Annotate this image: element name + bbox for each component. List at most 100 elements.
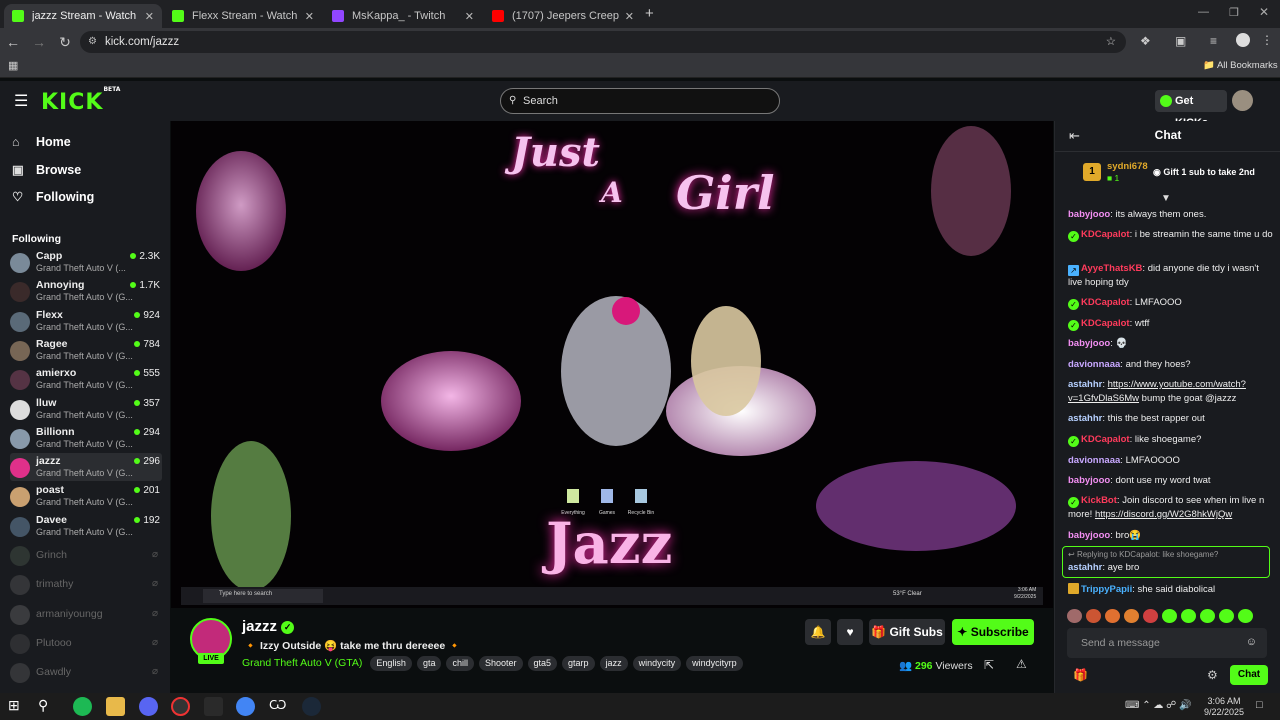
- stream-tag[interactable]: gta5: [527, 656, 558, 671]
- os-clock[interactable]: 3:06 AM 9/22/2025: [1204, 696, 1244, 718]
- new-tab-button[interactable]: +: [645, 5, 654, 22]
- emote-icon[interactable]: [1162, 609, 1177, 623]
- app-icon[interactable]: [171, 697, 190, 716]
- chat-link[interactable]: https://discord.gg/W2G8hkWjQw: [1095, 509, 1232, 520]
- notifications-icon[interactable]: □: [1256, 699, 1263, 711]
- chat-username[interactable]: davionnaaa: [1068, 455, 1120, 466]
- sidebar-channel-flexx[interactable]: Flexx Grand Theft Auto V (G... 924: [10, 307, 162, 335]
- taskbar-search-icon[interactable]: ⚲: [38, 697, 57, 716]
- chat-username[interactable]: KDCapalot: [1081, 318, 1130, 329]
- nav-browse[interactable]: ▣ Browse: [12, 162, 81, 177]
- sidebar-channel-gawdly[interactable]: Gawdly ⌀: [10, 658, 162, 686]
- emote-icon[interactable]: [1105, 609, 1120, 623]
- emote-icon[interactable]: [1143, 609, 1158, 623]
- back-icon[interactable]: ←: [0, 34, 26, 50]
- app-g-icon[interactable]: Ѡ: [269, 697, 288, 716]
- stream-tag[interactable]: windycityrp: [686, 656, 743, 671]
- emote-icon[interactable]: [1219, 609, 1234, 623]
- chat-username[interactable]: KDCapalot: [1081, 434, 1130, 445]
- category-link[interactable]: Grand Theft Auto V (GTA): [242, 657, 362, 669]
- profile-icon[interactable]: [1236, 33, 1250, 47]
- sidebar-channel-davee[interactable]: Davee Grand Theft Auto V (G... 192: [10, 512, 162, 540]
- sidebar-channel-capp[interactable]: Capp Grand Theft Auto V (... 2.3K: [10, 248, 162, 276]
- chat-username[interactable]: KickBot: [1081, 495, 1117, 506]
- browser-tab[interactable]: (1707) Jeepers Creepers (2001) ✕: [484, 4, 642, 28]
- stream-tag[interactable]: jazz: [599, 656, 628, 671]
- emote-icon[interactable]: [1181, 609, 1196, 623]
- forward-icon[interactable]: →: [26, 34, 52, 50]
- browser-tab[interactable]: MsKappa_ - Twitch ✕: [324, 4, 482, 28]
- video-player[interactable]: Everything Games Recycle Bin Just A Girl…: [171, 121, 1053, 608]
- all-bookmarks-button[interactable]: 📁 All Bookmarks: [1203, 60, 1278, 71]
- apps-grid-icon[interactable]: ▦: [8, 59, 18, 72]
- chat-username[interactable]: davionnaaa: [1068, 359, 1120, 370]
- get-kicks-button[interactable]: Get KICKs: [1155, 90, 1227, 129]
- emote-icon[interactable]: [1124, 609, 1139, 623]
- stream-tag[interactable]: English: [370, 656, 412, 671]
- expand-pinned-icon[interactable]: ▼: [1161, 193, 1171, 204]
- discord-icon[interactable]: [139, 697, 158, 716]
- emote-icon[interactable]: [1200, 609, 1215, 623]
- chat-username[interactable]: astahhr: [1068, 413, 1102, 424]
- browser-tab[interactable]: jazzz Stream - Watch Live on Kick ✕: [4, 4, 162, 28]
- sidebar-channel-billionn[interactable]: Billionn Grand Theft Auto V (G... 294: [10, 424, 162, 452]
- bookmark-star-icon[interactable]: ☆: [1106, 31, 1116, 53]
- chat-username[interactable]: KDCapalot: [1081, 229, 1130, 240]
- emote-icon[interactable]: [1067, 609, 1082, 623]
- sidebar-channel-lluw[interactable]: lluw Grand Theft Auto V (G... 357: [10, 395, 162, 423]
- sidebar-channel-trimathy[interactable]: trimathy ⌀: [10, 570, 162, 598]
- stream-tag[interactable]: gtarp: [562, 656, 595, 671]
- gift-leaderboard[interactable]: 1 sydni678 ■ 1 ◉ Gift 1 sub to take 2nd: [1083, 161, 1273, 191]
- report-warning-icon[interactable]: ⚠: [1016, 657, 1027, 671]
- gift-subs-button[interactable]: 🎁 Gift Subs: [869, 619, 945, 645]
- sidebar-channel-ragee[interactable]: Ragee Grand Theft Auto V (G... 784: [10, 336, 162, 364]
- follow-heart-button[interactable]: ♥: [837, 619, 863, 645]
- tab-close-icon[interactable]: ✕: [145, 10, 154, 23]
- cast-icon[interactable]: ▣: [1175, 34, 1186, 48]
- share-icon[interactable]: ⇱: [984, 658, 994, 672]
- kick-logo[interactable]: KICKBETA: [41, 86, 120, 115]
- extensions-icon[interactable]: ❖: [1140, 34, 1151, 48]
- stream-tag[interactable]: gta: [416, 656, 442, 671]
- chat-gift-icon[interactable]: 🎁: [1073, 668, 1088, 682]
- stream-tag[interactable]: chill: [446, 656, 474, 671]
- sidebar-channel-plutooo[interactable]: Plutooo ⌀: [10, 629, 162, 657]
- stream-tag[interactable]: windycity: [632, 656, 682, 671]
- hamburger-menu-icon[interactable]: ☰: [14, 91, 28, 111]
- streamer-name[interactable]: jazzz ✓: [242, 618, 295, 635]
- tab-close-icon[interactable]: ✕: [465, 10, 474, 23]
- media-icon[interactable]: ≡: [1210, 34, 1217, 48]
- chat-username[interactable]: astahhr: [1068, 379, 1102, 390]
- chrome-icon[interactable]: [236, 697, 255, 716]
- browser-tab[interactable]: Flexx Stream - Watch Live on Kick ✕: [164, 4, 322, 28]
- user-avatar[interactable]: [1232, 90, 1253, 111]
- nav-home[interactable]: ⌂ Home: [12, 135, 71, 149]
- tab-close-icon[interactable]: ✕: [625, 10, 634, 23]
- sidebar-channel-armaniyoungg[interactable]: armaniyoungg ⌀: [10, 600, 162, 628]
- tab-close-icon[interactable]: ✕: [305, 10, 314, 23]
- emote-icon[interactable]: [1238, 609, 1253, 623]
- reply-username[interactable]: astahhr: [1068, 562, 1102, 573]
- system-tray-icons[interactable]: ⌨ ⌃ ☁ ☍ 🔊: [1125, 700, 1192, 711]
- stream-tag[interactable]: Shooter: [478, 656, 523, 671]
- steam-icon[interactable]: [302, 697, 321, 716]
- chat-username[interactable]: AyyeThatsKB: [1081, 263, 1142, 274]
- spotify-icon[interactable]: [73, 697, 92, 716]
- chat-username[interactable]: TrippyPapii: [1081, 584, 1132, 595]
- chat-username[interactable]: babyjooo: [1068, 209, 1110, 220]
- window-close-button[interactable]: ✕: [1259, 5, 1269, 19]
- window-minimize-button[interactable]: —: [1198, 6, 1209, 18]
- sidebar-channel-jazzz[interactable]: jazzz Grand Theft Auto V (G... 296: [10, 453, 162, 482]
- window-restore-button[interactable]: ❐: [1229, 6, 1239, 19]
- chat-username[interactable]: babyjooo: [1068, 338, 1110, 349]
- chat-username[interactable]: babyjooo: [1068, 530, 1110, 541]
- send-chat-button[interactable]: Chat: [1230, 665, 1268, 685]
- sidebar-channel-amierxo[interactable]: amierxo Grand Theft Auto V (G... 555: [10, 365, 162, 393]
- notification-bell-button[interactable]: 🔔: [805, 619, 831, 645]
- address-bar[interactable]: ⚙ kick.com/jazzz ☆: [80, 31, 1126, 53]
- chat-message-input[interactable]: Send a message ☺: [1067, 628, 1267, 658]
- emoji-picker-icon[interactable]: ☺: [1246, 636, 1257, 648]
- chat-settings-icon[interactable]: ⚙: [1207, 668, 1218, 682]
- windows-start-icon[interactable]: ⊞: [8, 697, 27, 716]
- nav-following[interactable]: ♡ Following: [12, 189, 94, 204]
